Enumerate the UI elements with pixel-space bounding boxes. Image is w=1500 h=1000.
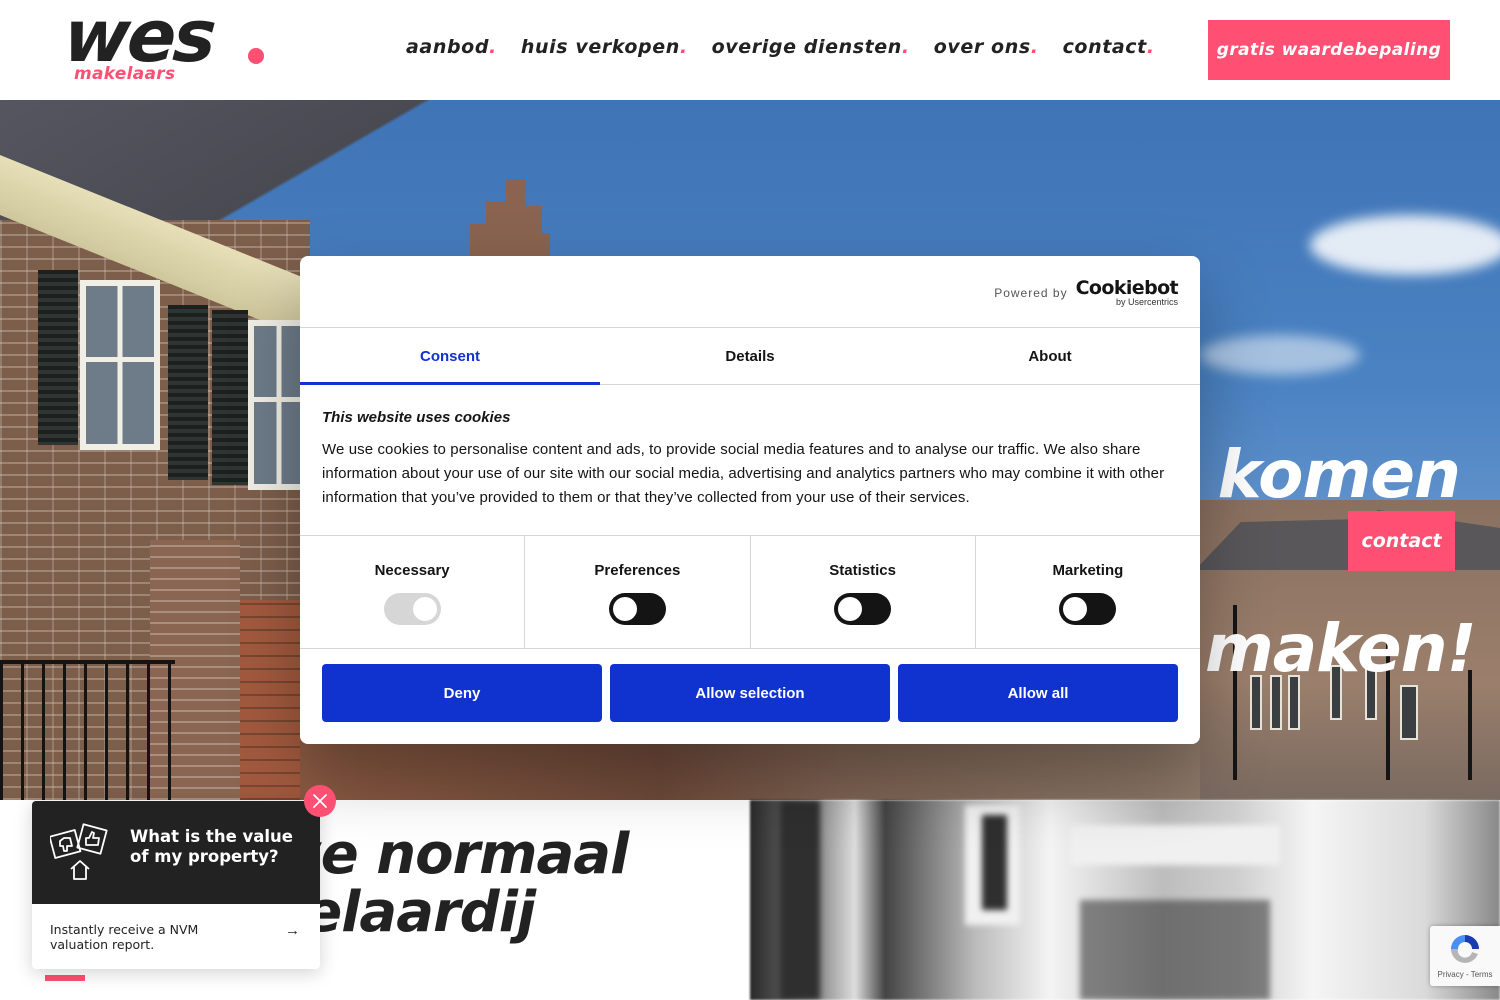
free-valuation-button[interactable]: gratis waardebepaling (1208, 20, 1450, 80)
main-nav: aanbod. huis verkopen. overige diensten.… (406, 36, 1155, 58)
intro-title: we normaal kelaardij (270, 826, 629, 942)
powered-by-label: Powered by (994, 285, 1068, 300)
hero-title-line: maken! (1205, 610, 1477, 687)
cookie-actions: Deny Allow selection Allow all (300, 649, 1200, 737)
accent-bar (45, 975, 85, 981)
image-shape (1070, 825, 1280, 865)
page: wes makelaars aanbod. huis verkopen. ove… (0, 0, 1500, 1000)
nav-dot: . (489, 36, 497, 58)
iron-gate (0, 660, 175, 800)
cookie-heading: This website uses cookies (322, 409, 511, 426)
nav-item-huis-verkopen[interactable]: huis verkopen. (521, 36, 688, 58)
nav-item-overige-diensten[interactable]: overige diensten. (712, 36, 910, 58)
nav-item-over-ons[interactable]: over ons. (934, 36, 1039, 58)
image-shape (1080, 900, 1270, 1000)
category-label: Preferences (594, 562, 681, 579)
marketing-toggle[interactable] (1059, 593, 1117, 625)
shutter (168, 305, 208, 480)
image-shape (780, 800, 820, 1000)
nav-label: aanbod (406, 36, 490, 58)
thumbs-house-icon (50, 823, 108, 880)
shutter (212, 310, 248, 485)
category-statistics: Statistics (751, 536, 976, 648)
valuation-popup-header: What is the value of my property? (32, 801, 320, 904)
cookiebot-branding[interactable]: Powered by Cookiebot by Usercentrics (994, 278, 1178, 307)
nav-item-contact[interactable]: contact. (1063, 36, 1155, 58)
allow-all-button[interactable]: Allow all (898, 664, 1178, 722)
gable (470, 179, 550, 260)
image-shape (982, 815, 1007, 910)
nav-dot: . (679, 36, 688, 58)
cookie-consent-dialog: Powered by Cookiebot by Usercentrics Con… (300, 256, 1200, 744)
nav-label: contact (1062, 36, 1147, 58)
cookiebot-logo: Cookiebot by Usercentrics (1075, 277, 1179, 307)
deny-button[interactable]: Deny (322, 664, 602, 722)
hero-title-line: komen (1217, 436, 1461, 513)
preferences-toggle[interactable] (608, 593, 666, 625)
arrow-right-icon[interactable]: → (285, 922, 300, 939)
valuation-popup[interactable]: What is the value of my property? Instan… (32, 801, 320, 969)
window (80, 280, 160, 450)
category-preferences: Preferences (525, 536, 751, 648)
nav-label: over ons (933, 36, 1031, 58)
shutter (38, 270, 78, 445)
logo-subtitle: makelaars (74, 64, 176, 84)
nav-label: huis verkopen (520, 36, 680, 58)
intro-title-line: we normaal (270, 822, 629, 887)
nav-dot: . (901, 36, 910, 58)
nav-label: overige diensten (711, 36, 902, 58)
tab-details[interactable]: Details (600, 328, 900, 384)
close-popup-button[interactable] (304, 785, 336, 817)
nav-item-aanbod[interactable]: aanbod. (406, 36, 497, 58)
tab-consent[interactable]: Consent (300, 328, 600, 385)
site-header: wes makelaars aanbod. huis verkopen. ove… (0, 0, 1500, 100)
recaptcha-badge[interactable]: Privacy - Terms (1430, 926, 1500, 986)
necessary-toggle (383, 593, 441, 625)
category-label: Marketing (1052, 562, 1124, 579)
cloud (1310, 215, 1500, 275)
valuation-popup-body[interactable]: Instantly receive a NVM valuation report… (32, 904, 320, 969)
nav-dot: . (1030, 36, 1039, 58)
recaptcha-links[interactable]: Privacy - Terms (1430, 970, 1500, 979)
cookie-category-toggles: Necessary Preferences Statistics Marketi… (300, 535, 1200, 649)
logo-dot (248, 48, 264, 64)
allow-selection-button[interactable]: Allow selection (610, 664, 890, 722)
hero-street-strip (300, 740, 1200, 800)
category-marketing: Marketing (976, 536, 1200, 648)
logo[interactable]: wes makelaars (61, 0, 274, 90)
category-label: Necessary (374, 562, 450, 579)
cookie-dialog-body: This website uses cookies We use cookies… (300, 385, 1200, 535)
nav-dot: . (1146, 36, 1155, 58)
intro-image (750, 800, 1500, 1000)
valuation-popup-text: Instantly receive a NVM valuation report… (50, 922, 199, 952)
valuation-popup-title: What is the value of my property? (130, 827, 293, 866)
hero-contact-button[interactable]: contact (1348, 511, 1455, 571)
cookie-description: We use cookies to personalise content an… (322, 441, 1165, 506)
cookiebot-logo-text: Cookiebot (1075, 277, 1179, 299)
statistics-toggle[interactable] (834, 593, 892, 625)
category-label: Statistics (829, 562, 896, 579)
cookiebot-logo-subtext: by Usercentrics (1115, 297, 1178, 307)
tab-about[interactable]: About (900, 328, 1200, 384)
recaptcha-icon (1451, 935, 1479, 963)
category-necessary: Necessary (300, 536, 526, 648)
close-icon (313, 794, 327, 808)
cookie-tabs: Consent Details About (300, 328, 1200, 385)
cookie-dialog-header: Powered by Cookiebot by Usercentrics (300, 256, 1200, 328)
